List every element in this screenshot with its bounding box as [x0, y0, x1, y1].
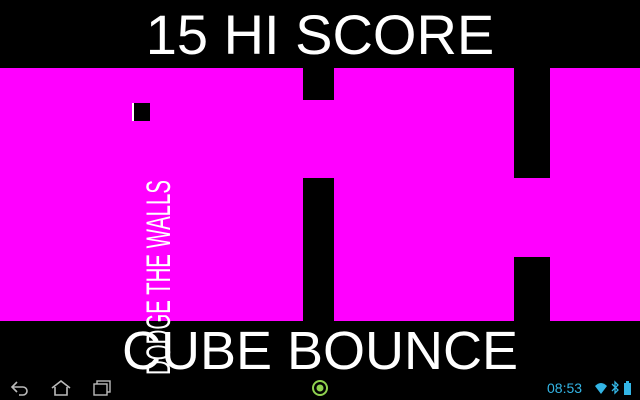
game-screen[interactable]: 15 HI SCORE DODGE THE WALLS CUBE BOUNCE — [0, 0, 640, 400]
hi-score-label: 15 HI SCORE — [145, 3, 495, 66]
wall-bottom-left — [303, 178, 334, 321]
player-cube — [132, 103, 150, 121]
recent-apps-icon[interactable] — [90, 378, 114, 398]
playfield[interactable]: DODGE THE WALLS — [0, 68, 640, 375]
wall-top-left — [303, 68, 334, 100]
home-icon[interactable] — [49, 378, 73, 398]
system-bar: 08:53 — [0, 376, 640, 400]
battery-icon — [623, 379, 632, 397]
game-title: CUBE BOUNCE — [121, 321, 519, 381]
wifi-icon — [594, 379, 608, 397]
back-icon[interactable] — [8, 378, 32, 398]
wall-bottom-right — [514, 257, 550, 321]
bluetooth-icon — [610, 379, 620, 397]
clock: 08:53 — [547, 380, 583, 396]
wall-top-right — [514, 68, 550, 178]
notification-icon[interactable] — [311, 379, 329, 397]
